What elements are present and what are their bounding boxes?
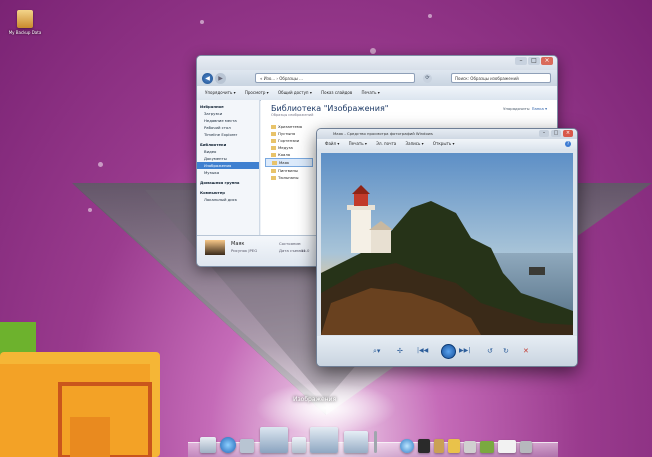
nav-item-music[interactable]: Музыка: [197, 169, 259, 176]
arrange-label: Упорядочить:: [503, 106, 531, 111]
archive-icon[interactable]: [448, 439, 460, 453]
nav-group-homegroup[interactable]: Домашняя группа: [197, 179, 259, 186]
app-icon[interactable]: [480, 441, 494, 453]
system-icon[interactable]: [240, 439, 254, 453]
viewer-menu-file[interactable]: Файл ▾: [325, 141, 339, 146]
lighthouse-photo: [321, 153, 573, 335]
nav-item-pictures[interactable]: Изображения: [197, 162, 259, 169]
nav-item-desktop[interactable]: Рабочий стол: [197, 124, 259, 131]
viewer-menubar: Файл ▾ Печать ▾ Эл. почта Запись ▾ Откры…: [317, 139, 577, 149]
nav-group-favorites[interactable]: Избранное: [197, 103, 259, 110]
dock: [188, 415, 558, 457]
stack-label: Изображения: [293, 396, 337, 403]
finder-icon[interactable]: [200, 437, 216, 453]
navigation-pane: Избранное Загрузки Недавние места Рабочи…: [197, 100, 260, 236]
backup-drive-icon: [17, 10, 33, 28]
toolbar-view[interactable]: Просмотр ▾: [245, 90, 269, 95]
toolbar-organize[interactable]: Упорядочить ▾: [205, 90, 236, 95]
maximize-button[interactable]: □: [528, 57, 540, 65]
arrange-by[interactable]: Упорядочить: Папка ▾: [503, 106, 547, 111]
dock-separator: [374, 431, 377, 453]
next-button[interactable]: ▶▶|: [459, 347, 470, 354]
back-button[interactable]: ◀: [202, 73, 213, 84]
explorer-address-row: ◀ ▶ « Изо... › Образцы ... ⟳ Поиск: Обра…: [197, 70, 557, 86]
address-bar[interactable]: « Изо... › Образцы ...: [255, 73, 415, 83]
nav-item-video[interactable]: Видео: [197, 148, 259, 155]
nav-group-libraries[interactable]: Библиотеки: [197, 141, 259, 148]
document-icon[interactable]: [292, 437, 306, 453]
file-thumbnail: [205, 240, 225, 255]
utility-icon[interactable]: [434, 439, 444, 453]
nav-item-recent[interactable]: Недавние места: [197, 117, 259, 124]
details-date-value: 11.0: [301, 248, 310, 253]
actual-size-button[interactable]: ✢: [397, 347, 403, 355]
rotate-right-button[interactable]: ↻: [503, 347, 509, 355]
nav-item-documents[interactable]: Документы: [197, 155, 259, 162]
details-type: Рисунок JPEG: [231, 248, 258, 253]
explorer-titlebar[interactable]: – □ ×: [197, 56, 557, 70]
viewer-titlebar[interactable]: Маяк - Средство просмотра фотографий Win…: [317, 129, 577, 139]
previous-button[interactable]: |◀◀: [417, 347, 428, 354]
slideshow-play-button[interactable]: [441, 344, 456, 359]
pictures-folder-icon[interactable]: [310, 427, 338, 453]
desktop-icon-label: My Backup Data: [8, 30, 42, 35]
downloads-folder-icon[interactable]: [344, 431, 368, 453]
stack-folder-graphic: [0, 322, 160, 457]
search-input[interactable]: Поиск: Образцы изображений: [451, 73, 551, 83]
close-button[interactable]: ×: [541, 57, 553, 65]
viewer-title: Маяк - Средство просмотра фотографий Win…: [333, 131, 433, 136]
forward-button[interactable]: ▶: [215, 73, 226, 84]
delete-button[interactable]: ✕: [523, 347, 529, 355]
nav-item-downloads[interactable]: Загрузки: [197, 110, 259, 117]
trash-icon[interactable]: [520, 441, 532, 453]
desktop: My Backup Data – □ × ◀ ▶ « Изо... › Обра…: [0, 0, 652, 457]
rotate-left-button[interactable]: ↺: [487, 347, 493, 355]
nav-item-timeline[interactable]: Timeline Explorer: [197, 131, 259, 138]
viewer-minimize-button[interactable]: –: [539, 130, 549, 137]
viewer-controls: ⌕▾ ✢ |◀◀ ▶▶| ↺ ↻ ✕: [317, 336, 577, 366]
toolbar-print[interactable]: Печать ▾: [362, 90, 380, 95]
explorer-toolbar: Упорядочить ▾ Просмотр ▾ Общий доступ ▾ …: [197, 86, 557, 101]
refresh-icon[interactable]: ⟳: [423, 74, 432, 83]
details-name: Маяк: [231, 241, 245, 247]
network-icon[interactable]: [400, 439, 414, 453]
desktop-icon-backup[interactable]: My Backup Data: [7, 10, 43, 35]
toolbar-share[interactable]: Общий доступ ▾: [278, 90, 312, 95]
globe-icon[interactable]: [220, 437, 236, 453]
folder-item-selected[interactable]: Маяк: [265, 158, 313, 167]
viewer-close-button[interactable]: ×: [563, 130, 573, 137]
tshirt-icon[interactable]: [418, 439, 430, 453]
photo-viewer-window[interactable]: Маяк - Средство просмотра фотографий Win…: [316, 128, 578, 367]
viewer-menu-burn[interactable]: Запись ▾: [406, 141, 424, 146]
toolbar-slideshow[interactable]: Показ слайдов: [321, 90, 352, 95]
viewer-maximize-button[interactable]: □: [551, 130, 561, 137]
help-icon[interactable]: ?: [565, 141, 571, 147]
tool-icon[interactable]: [464, 441, 476, 453]
nav-item-local-disk[interactable]: Локальный диск: [197, 196, 259, 203]
display-icon[interactable]: [498, 440, 516, 453]
minimize-button[interactable]: –: [515, 57, 527, 65]
viewer-menu-email[interactable]: Эл. почта: [376, 141, 396, 146]
arrange-value[interactable]: Папка ▾: [532, 106, 547, 111]
details-state-label: Состояние:: [279, 241, 302, 246]
folder-icon[interactable]: [260, 427, 288, 453]
zoom-button[interactable]: ⌕▾: [373, 347, 380, 356]
viewer-menu-print[interactable]: Печать ▾: [349, 141, 367, 146]
nav-group-computer[interactable]: Компьютер: [197, 189, 259, 196]
viewer-menu-open[interactable]: Открыть ▾: [433, 141, 455, 146]
